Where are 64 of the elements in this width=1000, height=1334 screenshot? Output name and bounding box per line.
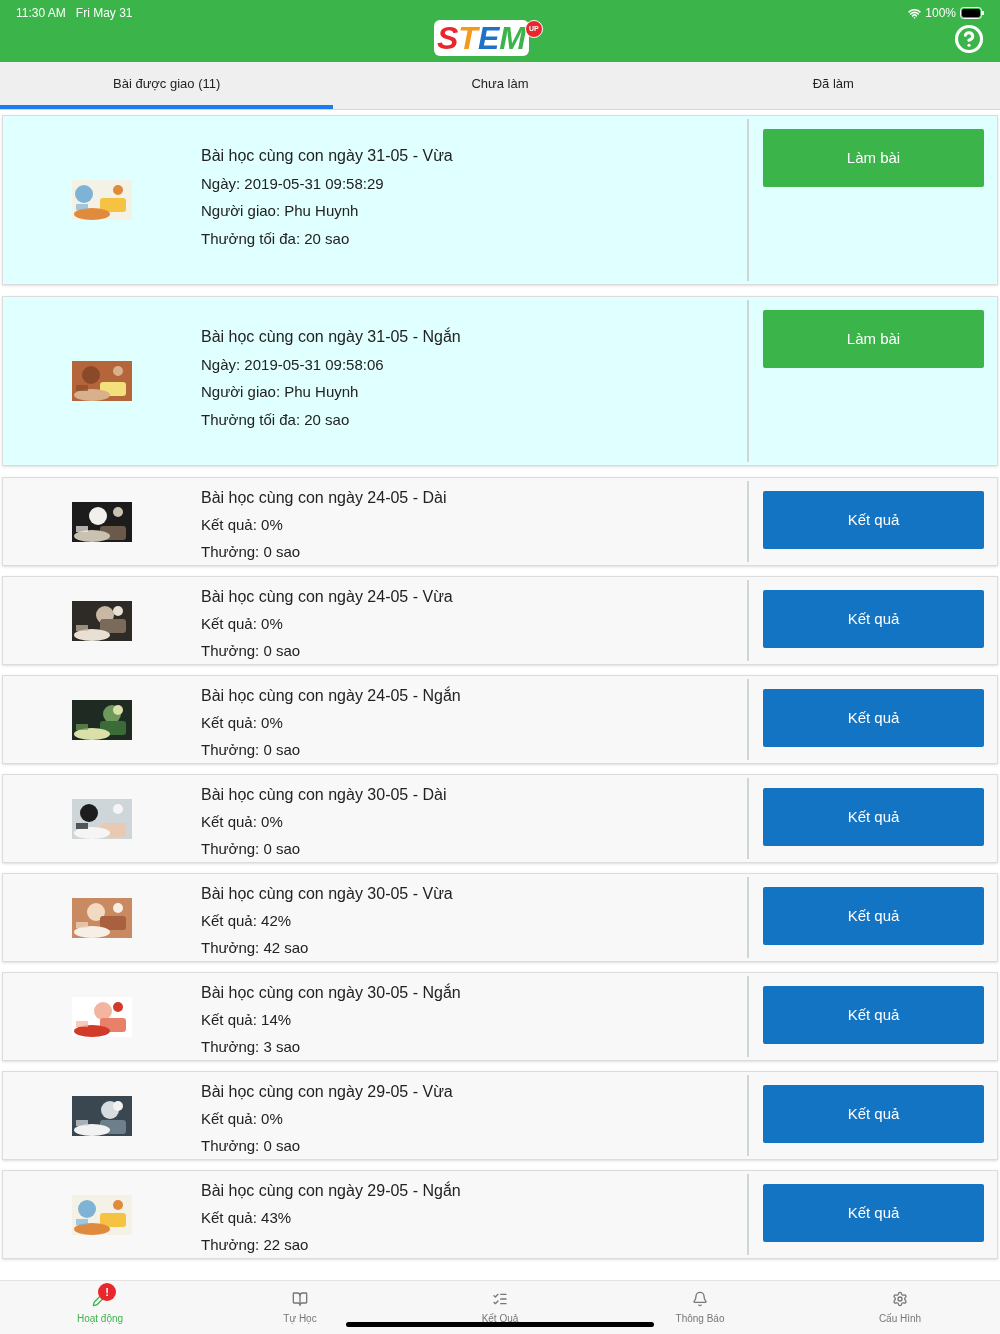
battery-icon [960,7,984,19]
assignment-detail: Kết quả: 0% [201,614,284,634]
assignment-title: Bài học cùng con ngày 29-05 - Vừa [201,1082,454,1102]
start-button[interactable]: Làm bài [763,129,984,187]
assignment-detail: Thưởng: 3 sao [201,1036,302,1057]
tab[interactable]: Chưa làm [333,62,667,109]
settings-icon [892,1291,908,1307]
assignment-detail: Thưởng: 0 sao [201,541,302,562]
assignment-detail: Kết quả: 0% [201,812,284,832]
result-button[interactable]: Kết quả [763,491,984,549]
tab[interactable]: Đã làm [666,62,1000,109]
bottom-tab[interactable]: Thông Báo [600,1281,800,1334]
assignment-detail: Kết quả: 43% [201,1208,293,1228]
start-button[interactable]: Làm bài [763,310,984,368]
assignment-title: Bài học cùng con ngày 31-05 - Vừa [201,145,454,166]
assignment-detail: Thưởng: 0 sao [201,739,302,760]
result-button[interactable]: Kết quả [763,1184,984,1242]
logo-letter: M [499,20,526,56]
logo-letter: T [458,20,478,56]
notification-badge: ! [98,1283,116,1301]
assignment-title: Bài học cùng con ngày 31-05 - Ngắn [201,326,462,347]
assignment-detail: Thưởng tối đa: 20 sao [201,409,351,430]
assignment-title: Bài học cùng con ngày 24-05 - Vừa [201,587,454,607]
book-icon [292,1291,308,1307]
assignment-detail: Người giao: Phu Huynh [201,382,360,403]
assignment-detail: Thưởng: 22 sao [201,1234,310,1255]
status-time: 11:30 AM [16,5,66,22]
bell-icon [692,1291,708,1307]
help-icon[interactable] [954,24,984,54]
result-button[interactable]: Kết quả [763,788,984,846]
result-button[interactable]: Kết quả [763,590,984,648]
assignment-title: Bài học cùng con ngày 29-05 - Ngắn [201,1180,462,1201]
assignment-detail: Thưởng tối đa: 20 sao [201,228,351,249]
result-button[interactable]: Kết quả [763,689,984,747]
assignment-detail: Thưởng: 0 sao [201,838,302,859]
result-button[interactable]: Kết quả [763,986,984,1044]
tab[interactable]: Bài được giao (11) [0,62,334,109]
assignment-detail: Thưởng: 0 sao [201,1135,302,1156]
assignment-detail: Kết quả: 42% [201,911,293,931]
bottom-tab[interactable]: Tự Học [200,1281,400,1334]
assignment-detail: Kết quả: 0% [201,1109,284,1129]
logo-letter: E [477,20,500,56]
assignment-detail: Thưởng: 0 sao [201,640,302,661]
result-button[interactable]: Kết quả [763,1085,984,1143]
status-date: Fri May 31 [75,5,133,22]
assignment-detail: Kết quả: 0% [201,713,284,733]
bottom-tab[interactable]: Cấu Hình [800,1281,1000,1334]
assignment-title: Bài học cùng con ngày 24-05 - Ngắn [201,685,462,706]
wifi-icon [908,6,922,20]
assignment-title: Bài học cùng con ngày 24-05 - Dài [201,488,448,508]
assignment-detail: Người giao: Phu Huynh [201,201,360,222]
assignment-detail: Kết quả: 0% [201,515,284,535]
result-button[interactable]: Kết quả [763,887,984,945]
assignment-title: Bài học cùng con ngày 30-05 - Dài [201,785,448,805]
assignment-detail: Ngày: 2019-05-31 09:58:06 [201,354,385,375]
bottom-tab[interactable]: ! Hoạt động [0,1281,200,1334]
assignment-title: Bài học cùng con ngày 30-05 - Vừa [201,884,454,904]
assignment-detail: Kết quả: 14% [201,1010,293,1030]
battery-level: 100% [925,5,956,22]
checklist-icon [492,1291,508,1307]
assignment-title: Bài học cùng con ngày 30-05 - Ngắn [201,982,462,1003]
logo-letter: S [437,20,459,56]
assignment-detail: Ngày: 2019-05-31 09:58:29 [201,173,385,194]
assignment-detail: Thưởng: 42 sao [201,937,310,958]
